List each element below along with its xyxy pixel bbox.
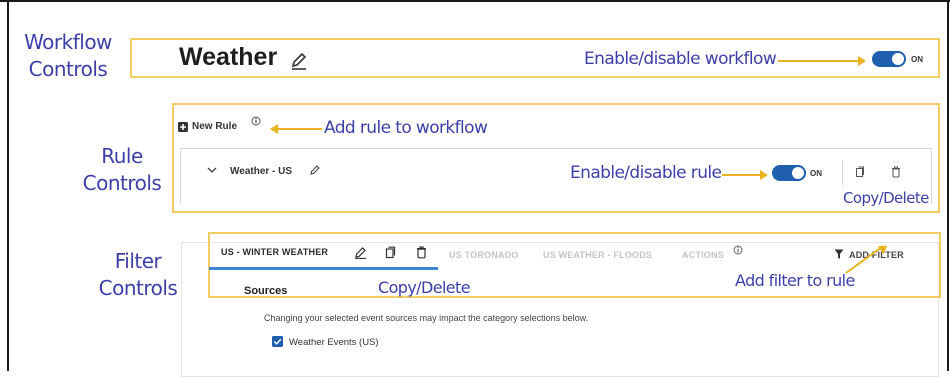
new-rule-arrow bbox=[270, 124, 322, 134]
copy-delete-rule-callout: Copy/Delete bbox=[843, 189, 929, 207]
enable-disable-workflow-callout: Enable/disable workflow bbox=[584, 49, 777, 69]
enable-disable-rule-callout: Enable/disable rule bbox=[570, 163, 722, 183]
edit-workflow-pencil-icon[interactable] bbox=[289, 51, 309, 71]
filter-controls-line-1: Filter bbox=[114, 249, 162, 273]
frame-right-line bbox=[947, 0, 949, 371]
rule-controls-line-2: Controls bbox=[82, 171, 162, 195]
rule-toggle-arrow bbox=[722, 170, 768, 180]
workflow-toggle[interactable] bbox=[872, 51, 906, 67]
delete-filter-icon[interactable] bbox=[416, 246, 427, 259]
edit-rule-pencil-icon[interactable] bbox=[309, 164, 321, 176]
copy-rule-icon[interactable] bbox=[855, 166, 865, 178]
rule-controls-label: Rule Controls bbox=[72, 143, 172, 197]
workflow-toggle-knob bbox=[892, 53, 904, 65]
copy-filter-icon[interactable] bbox=[385, 246, 396, 259]
copy-delete-filter-callout: Copy/Delete bbox=[378, 278, 471, 297]
rule-actions-divider bbox=[842, 160, 843, 186]
actions-info-icon bbox=[733, 245, 743, 255]
tab-us-winter-weather[interactable]: US - WINTER WEATHER bbox=[221, 247, 328, 257]
workflow-toggle-state: ON bbox=[911, 55, 923, 64]
workflow-title: Weather bbox=[179, 43, 278, 71]
filter-controls-line-2: Controls bbox=[98, 276, 178, 300]
tab-us-toronado[interactable]: US TORONADO bbox=[449, 250, 519, 260]
weather-events-checkbox-label: Weather Events (US) bbox=[289, 337, 379, 348]
frame-top-line bbox=[0, 0, 950, 2]
tab-actions[interactable]: ACTIONS bbox=[682, 250, 724, 260]
new-rule-info-icon bbox=[251, 116, 261, 126]
sources-note: Changing your selected event sources may… bbox=[264, 313, 589, 323]
active-tab-underline bbox=[209, 267, 438, 270]
new-rule-button[interactable]: New Rule bbox=[192, 121, 237, 132]
workflow-controls-label: Workflow Controls bbox=[18, 29, 118, 83]
add-rule-plus-icon[interactable] bbox=[178, 122, 188, 132]
rule-name: Weather - US bbox=[230, 166, 293, 177]
workflow-toggle-arrow bbox=[778, 56, 866, 66]
rule-toggle[interactable] bbox=[772, 165, 806, 181]
edit-filter-pencil-icon[interactable] bbox=[354, 246, 367, 259]
sources-heading: Sources bbox=[244, 285, 288, 297]
filter-controls-label: Filter Controls bbox=[88, 248, 188, 302]
add-filter-to-rule-callout: Add filter to rule bbox=[735, 271, 855, 290]
workflow-controls-line-2: Controls bbox=[28, 57, 108, 81]
workflow-controls-line-1: Workflow bbox=[24, 30, 112, 54]
rule-expand-chevron-icon[interactable] bbox=[207, 166, 217, 174]
rule-toggle-state: ON bbox=[810, 169, 822, 178]
frame-left-line bbox=[7, 0, 9, 371]
rule-toggle-knob bbox=[792, 167, 804, 179]
filter-funnel-icon bbox=[834, 249, 844, 260]
delete-rule-icon[interactable] bbox=[891, 166, 901, 178]
weather-events-checkbox[interactable] bbox=[272, 336, 283, 347]
add-rule-to-workflow-callout: Add rule to workflow bbox=[324, 118, 488, 138]
rule-controls-line-1: Rule bbox=[101, 144, 143, 168]
tab-us-weather-floods[interactable]: US WEATHER - FLOODS bbox=[543, 250, 652, 260]
